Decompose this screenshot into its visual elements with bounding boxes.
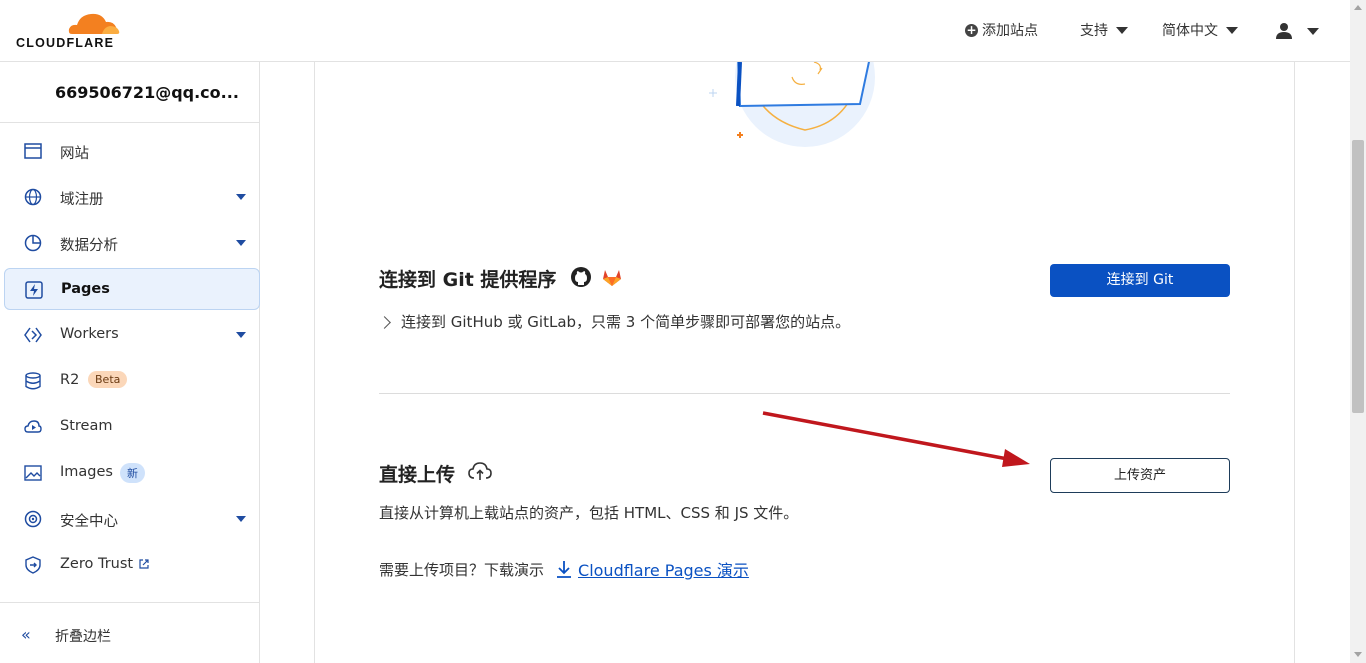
caret-down-icon [236,332,246,338]
sidebar-item-websites[interactable]: 网站 [4,130,260,172]
demo-prefix: 需要上传项目？下载演示 [379,560,545,579]
chevron-right-icon [378,316,391,329]
sidebar-item-label: 安全中心 [60,514,118,530]
sidebar-item-pages[interactable]: Pages [4,268,260,310]
sidebar-item-images[interactable]: Images 新 [4,452,260,494]
git-description: 连接到 GitHub 或 GitLab，只需 3 个简单步骤即可部署您的站点。 [401,313,851,331]
sidebar-item-label: 网站 [60,146,89,162]
database-icon [25,372,41,390]
sidebar-item-workers[interactable]: Workers [4,314,260,356]
section-divider [379,393,1230,394]
plus-circle-icon: + [965,22,978,37]
sidebar-item-security-center[interactable]: 安全中心 [4,498,260,540]
lightning-icon [25,281,43,299]
caret-down-icon [236,516,246,522]
workers-icon [24,327,42,343]
add-site-button[interactable]: + 添加站点 [965,20,1038,40]
language-label: 简体中文 [1162,23,1218,39]
cloud-upload-icon [468,462,492,480]
browser-window-icon [24,143,42,159]
sidebar-item-label: 域注册 [60,192,104,208]
sidebar-item-stream[interactable]: Stream [4,406,260,448]
upload-section-title: 直接上传 [379,464,456,486]
git-expand-toggle[interactable]: 连接到 GitHub 或 GitLab，只需 3 个简单步骤即可部署您的站点。 [378,311,851,332]
pie-chart-icon [24,234,42,252]
github-icon [571,267,591,287]
cloud-play-icon [24,420,42,433]
demo-row: 需要上传项目？下载演示 Cloudflare Pages 演示 [379,557,749,581]
caret-down-icon [1307,27,1319,35]
cloud-logo-icon [68,13,120,34]
user-icon [1276,23,1292,39]
scrollbar-thumb[interactable] [1352,140,1364,413]
sidebar-item-r2[interactable]: R2 Beta [4,360,260,402]
git-section-title: 连接到 Git 提供程序 [379,269,557,291]
download-icon [557,561,572,578]
connect-git-button[interactable]: 连接到 Git [1050,264,1230,297]
demo-download-link[interactable]: Cloudflare Pages 演示 [578,557,749,581]
caret-down-icon [1226,26,1238,34]
security-center-icon [24,510,42,528]
language-menu[interactable]: 简体中文 [1162,20,1238,40]
external-link-icon [139,559,149,569]
upload-description: 直接从计算机上载站点的资产，包括 HTML、CSS 和 JS 文件。 [379,504,799,522]
sidebar-item-label: Stream [60,418,113,434]
sidebar: 669506721@qq.co... 网站 域注册 数据分析 Pages Wor… [0,62,260,663]
cloudflare-logo[interactable]: CLOUDFLARE [16,10,126,52]
sidebar-item-domain-registration[interactable]: 域注册 [4,176,260,218]
upload-assets-button[interactable]: 上传资产 [1050,458,1230,493]
image-icon [24,465,42,481]
sidebar-item-label: Zero Trust [60,556,134,572]
upload-illustration [709,62,875,147]
caret-down-icon [1116,26,1128,34]
double-chevron-left-icon: « [21,625,31,644]
top-header: CLOUDFLARE + 添加站点 支持 简体中文 [0,0,1350,62]
gitlab-icon [603,270,621,286]
scroll-down-icon[interactable] [1354,652,1362,657]
sidebar-item-zero-trust[interactable]: Zero Trust [4,544,260,586]
sidebar-item-label: 数据分析 [60,238,118,254]
logo-text: CLOUDFLARE [16,36,115,50]
support-label: 支持 [1080,23,1108,39]
sidebar-item-label: Images [60,464,113,480]
globe-icon [24,188,42,206]
caret-down-icon [236,240,246,246]
user-menu[interactable] [1275,22,1319,40]
zero-trust-icon [25,556,41,574]
beta-badge: Beta [88,371,128,388]
sidebar-item-label: Workers [60,326,119,342]
account-name[interactable]: 669506721@qq.co... [0,62,259,123]
add-site-label: 添加站点 [982,23,1038,39]
vertical-scrollbar[interactable] [1350,0,1366,663]
new-badge: 新 [120,463,145,483]
caret-down-icon [236,194,246,200]
sidebar-item-label: R2 [60,372,80,388]
sidebar-item-label: Pages [61,281,110,297]
sidebar-item-analytics[interactable]: 数据分析 [4,222,260,264]
collapse-sidebar-button[interactable]: « 折叠边栏 [0,602,259,663]
scroll-up-icon[interactable] [1354,5,1362,10]
collapse-sidebar-label: 折叠边栏 [55,629,111,645]
annotation-arrow [762,411,1030,467]
support-menu[interactable]: 支持 [1080,20,1128,40]
